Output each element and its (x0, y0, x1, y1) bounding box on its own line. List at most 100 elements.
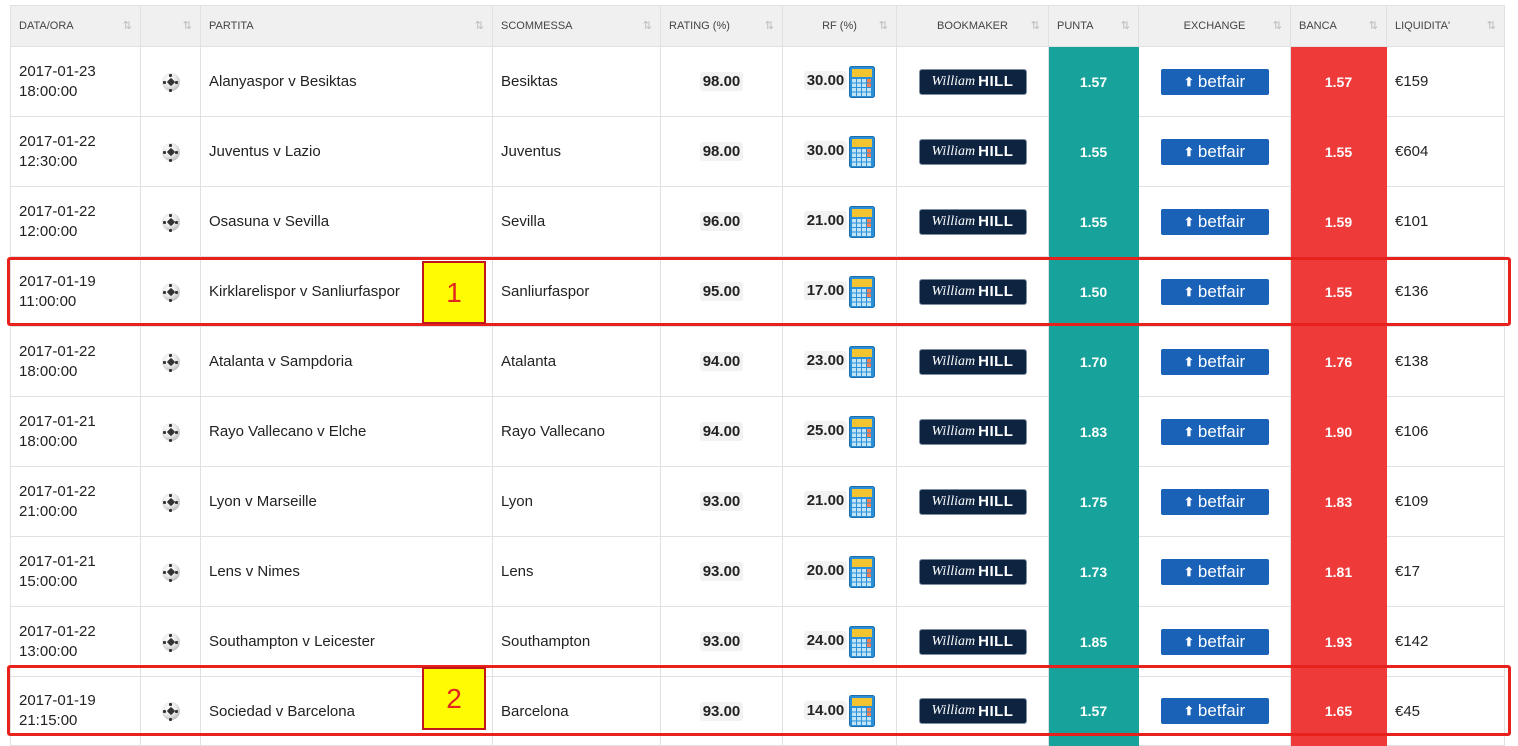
col-header-liquidity[interactable]: LIQUIDITA' ⇅ (1386, 5, 1505, 47)
table-row[interactable]: 2017-01-22 12:00:00 Osasuna v Sevilla Sevil… (10, 186, 1505, 257)
cell-punta: 1.75 (1048, 466, 1139, 537)
cell-exchange: ⬆ betfair (1138, 116, 1291, 187)
calculator-icon[interactable] (849, 65, 876, 98)
col-header-rating[interactable]: RATING (%) ⇅ (660, 5, 783, 47)
calculator-icon[interactable] (849, 485, 876, 518)
col-header-exchange[interactable]: EXCHANGE ⇅ (1138, 5, 1291, 47)
sort-icon[interactable]: ⇅ (475, 19, 484, 32)
liquidity-value: €142 (1395, 633, 1429, 650)
table-row[interactable]: 2017-01-23 18:00:00 Alanyaspor v Besiktas B… (10, 46, 1505, 117)
cell-bet: Lyon (492, 466, 661, 537)
table-row[interactable]: 2017-01-21 15:00:00 Lens v Nimes Lens 93.00 2… (10, 536, 1505, 607)
cell-bet: Rayo Vallecano (492, 396, 661, 467)
cell-match: Lens v Nimes (200, 536, 493, 607)
calculator-icon[interactable] (849, 135, 876, 168)
william-hill-logo[interactable]: William HILL (918, 68, 1027, 95)
cell-banca: 1.76 (1290, 326, 1387, 397)
cell-bookmaker: William HILL (896, 466, 1049, 537)
logo-script-text: William (931, 563, 976, 579)
cell-bookmaker: William HILL (896, 396, 1049, 467)
col-header-punta[interactable]: PUNTA ⇅ (1048, 5, 1139, 47)
cell-bet: Juventus (492, 116, 661, 187)
cell-bookmaker: William HILL (896, 186, 1049, 257)
cell-datetime: 2017-01-22 18:00:00 (10, 326, 141, 397)
sort-icon[interactable]: ⇅ (1487, 19, 1496, 32)
table-row[interactable]: 2017-01-22 21:00:00 Lyon v Marseille Lyon 93… (10, 466, 1505, 537)
calculator-icon[interactable] (849, 415, 876, 448)
sort-icon[interactable]: ⇅ (765, 19, 774, 32)
cell-liquidity: €138 (1386, 326, 1505, 397)
liquidity-value: €17 (1395, 563, 1421, 580)
william-hill-logo[interactable]: William HILL (918, 208, 1027, 235)
cell-banca: 1.81 (1290, 536, 1387, 607)
betfair-logo[interactable]: ⬆ betfair (1160, 68, 1269, 95)
cell-rating: 98.00 (660, 46, 783, 117)
cell-bet: Besiktas (492, 46, 661, 117)
cell-sport (140, 536, 201, 607)
calculator-icon[interactable] (849, 345, 876, 378)
time-text: 18:00:00 (19, 362, 78, 380)
table-row[interactable]: 2017-01-22 12:30:00 Juventus v Lazio Juvent… (10, 116, 1505, 187)
betfair-text: betfair (1197, 631, 1246, 651)
cell-datetime: 2017-01-23 18:00:00 (10, 46, 141, 117)
col-header-bet[interactable]: SCOMMESSA ⇅ (492, 5, 661, 47)
rf-value: 25.00 (803, 421, 848, 441)
logo-bold-text: HILL (978, 143, 1014, 160)
betfair-arrow-icon: ⬆ (1183, 144, 1194, 159)
sort-icon[interactable]: ⇅ (1369, 19, 1378, 32)
william-hill-logo[interactable]: William HILL (918, 418, 1027, 445)
logo-bold-text: HILL (978, 73, 1014, 90)
william-hill-logo[interactable]: William HILL (918, 628, 1027, 655)
col-header-rf[interactable]: RF (%) ⇅ (782, 5, 897, 47)
sort-icon[interactable]: ⇅ (879, 19, 888, 32)
calculator-icon[interactable] (849, 555, 876, 588)
cell-rating: 94.00 (660, 396, 783, 467)
william-hill-logo[interactable]: William HILL (918, 348, 1027, 375)
william-hill-logo[interactable]: William HILL (918, 488, 1027, 515)
col-header-label: SCOMMESSA (501, 20, 573, 32)
table-row[interactable]: 2017-01-21 18:00:00 Rayo Vallecano v Elche… (10, 396, 1505, 467)
col-header-match[interactable]: PARTITA ⇅ (200, 5, 493, 47)
logo-script-text: William (931, 353, 976, 369)
cell-rf: 30.00 (782, 116, 897, 187)
william-hill-logo[interactable]: William HILL (918, 138, 1027, 165)
cell-banca: 1.55 (1290, 116, 1387, 187)
cell-datetime: 2017-01-22 12:30:00 (10, 116, 141, 187)
calculator-icon[interactable] (849, 625, 876, 658)
betfair-arrow-icon: ⬆ (1183, 424, 1194, 439)
betfair-logo[interactable]: ⬆ betfair (1160, 628, 1269, 655)
sort-icon[interactable]: ⇅ (123, 19, 132, 32)
betfair-logo[interactable]: ⬆ betfair (1160, 208, 1269, 235)
liquidity-value: €106 (1395, 423, 1429, 440)
william-hill-logo[interactable]: William HILL (918, 558, 1027, 585)
calculator-icon[interactable] (849, 205, 876, 238)
betfair-logo[interactable]: ⬆ betfair (1160, 348, 1269, 375)
time-text: 15:00:00 (19, 572, 78, 590)
banca-odds: 1.90 (1324, 423, 1353, 440)
col-header-sport[interactable]: ⇅ (140, 5, 201, 47)
col-header-bookmaker[interactable]: BOOKMAKER ⇅ (896, 5, 1049, 47)
cell-match: Osasuna v Sevilla (200, 186, 493, 257)
cell-liquidity: €109 (1386, 466, 1505, 537)
betfair-logo[interactable]: ⬆ betfair (1160, 558, 1269, 585)
table-row[interactable]: 2017-01-22 18:00:00 Atalanta v Sampdoria At… (10, 326, 1505, 397)
col-header-date[interactable]: DATA/ORA ⇅ (10, 5, 141, 47)
col-header-banca[interactable]: BANCA ⇅ (1290, 5, 1387, 47)
cell-liquidity: €106 (1386, 396, 1505, 467)
cell-sport (140, 116, 201, 187)
betfair-logo[interactable]: ⬆ betfair (1160, 488, 1269, 515)
betfair-logo[interactable]: ⬆ betfair (1160, 138, 1269, 165)
sort-icon[interactable]: ⇅ (643, 19, 652, 32)
logo-bold-text: HILL (978, 213, 1014, 230)
sort-icon[interactable]: ⇅ (183, 19, 192, 32)
col-header-label: EXCHANGE (1183, 20, 1246, 32)
betfair-text: betfair (1197, 71, 1246, 91)
time-text: 13:00:00 (19, 642, 78, 660)
banca-odds: 1.55 (1324, 143, 1353, 160)
sort-icon[interactable]: ⇅ (1273, 19, 1282, 32)
sort-icon[interactable]: ⇅ (1031, 19, 1040, 32)
cell-rating: 93.00 (660, 466, 783, 537)
betfair-logo[interactable]: ⬆ betfair (1160, 418, 1269, 445)
date-text: 2017-01-23 (19, 62, 96, 80)
sort-icon[interactable]: ⇅ (1121, 19, 1130, 32)
